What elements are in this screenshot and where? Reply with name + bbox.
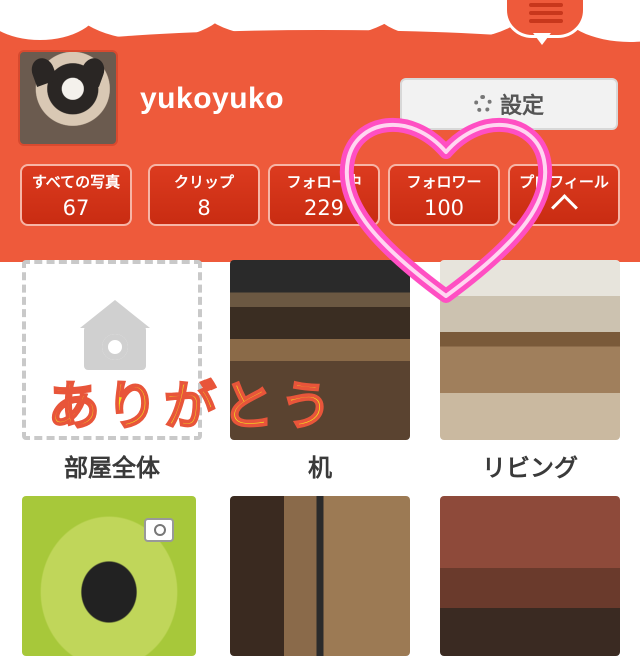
stat-label: すべての写真 [31,173,121,191]
gear-icon [473,95,492,113]
stat-label: フォロワー [406,173,482,191]
album-label[interactable]: リビング [430,448,630,483]
stat-followers[interactable]: フォロワー 100 [388,164,500,226]
menu-icon-bar [529,19,563,23]
avatar-ear [78,55,108,87]
album-photo-brick[interactable] [440,496,620,656]
settings-button[interactable]: 設定 [400,78,618,130]
stat-label: プロフィール [519,173,609,191]
menu-bubble-tail [533,33,551,45]
stat-label: クリップ [173,173,234,191]
camera-lens [102,334,128,360]
thanks-handwritten-text: ありがとう [47,376,339,438]
menu-icon-bar [529,11,563,15]
stat-label: フォロー中 [286,173,362,191]
house-camera-icon [80,300,150,328]
stat-value: 100 [423,196,465,220]
stat-clips[interactable]: クリップ 8 [148,164,260,226]
username: yukoyuko [140,82,285,115]
chevron-up-icon [550,194,578,221]
album-label[interactable]: 机 [220,448,420,483]
stat-profile[interactable]: プロフィール [508,164,620,226]
stat-all-photos[interactable]: すべての写真 67 [20,164,132,226]
stat-following[interactable]: フォロー中 229 [268,164,380,226]
menu-icon [529,3,563,7]
stat-value: 8 [197,196,211,220]
avatar[interactable] [18,50,118,146]
settings-label: 設定 [499,94,544,119]
profile-header: yukoyuko 設定 すべての写真 67 クリップ 8 フォロー中 229 フ… [0,0,640,262]
album-label[interactable]: 部屋全体 [12,448,212,483]
camera-lens [154,524,166,536]
avatar-ear [28,55,58,87]
stat-value: 229 [303,196,345,220]
album-photo-living[interactable] [440,260,620,440]
album-photo-door[interactable] [230,496,410,656]
stat-value: 67 [62,196,90,220]
